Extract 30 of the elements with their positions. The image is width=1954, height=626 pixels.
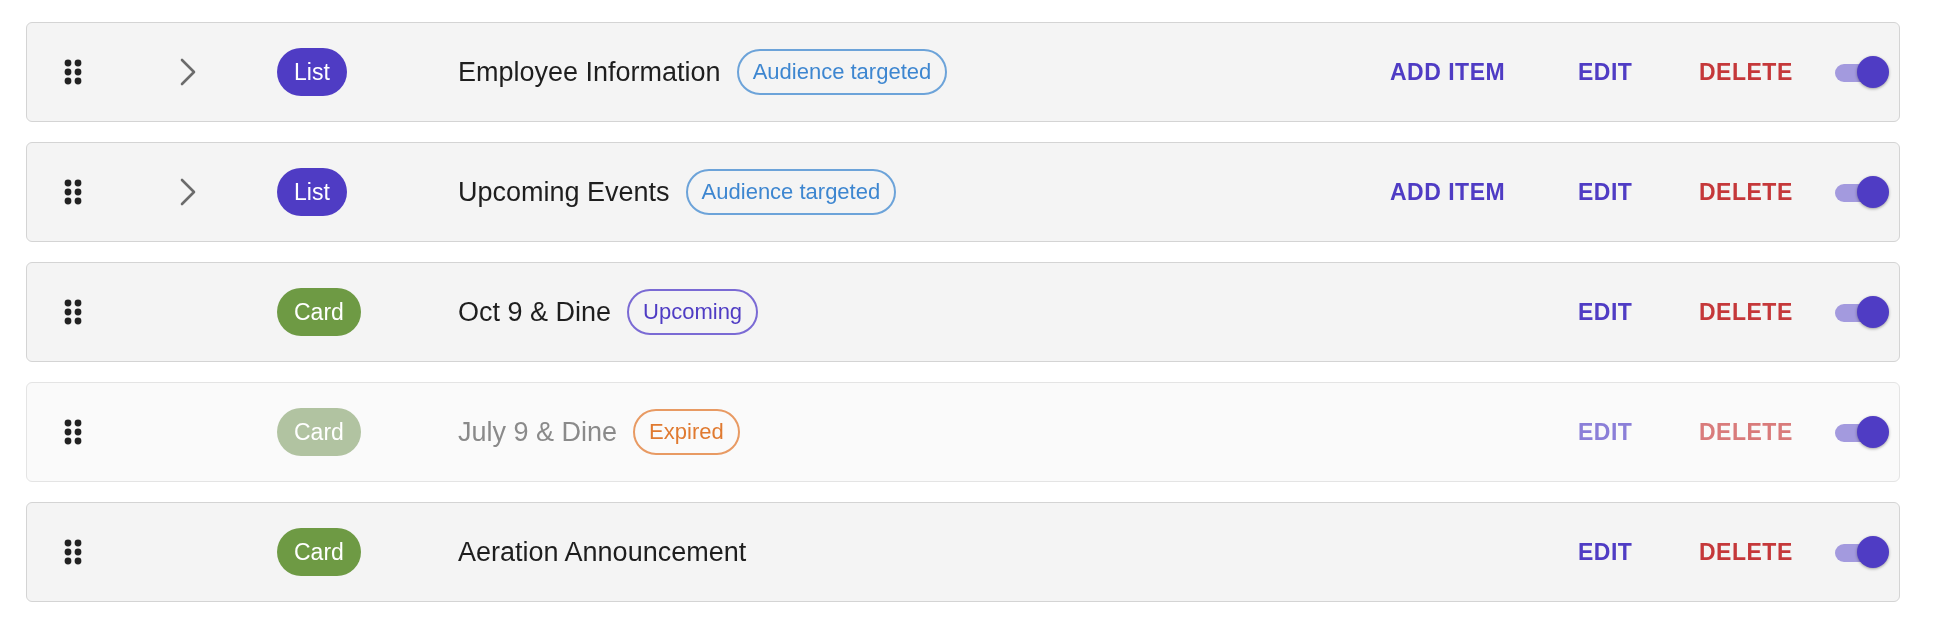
type-tag: Card — [277, 408, 361, 456]
status-tag: Audience targeted — [685, 169, 897, 215]
edit-button[interactable]: EDIT — [1578, 54, 1633, 90]
edit-button[interactable]: EDIT — [1578, 534, 1633, 570]
add-item-button[interactable]: ADD ITEM — [1390, 54, 1506, 90]
delete-button[interactable]: DELETE — [1699, 534, 1793, 570]
chevron-icon[interactable] — [179, 57, 197, 87]
drag-handle-icon[interactable] — [64, 539, 82, 565]
type-tag: Card — [277, 528, 361, 576]
edit-button[interactable]: EDIT — [1578, 174, 1633, 210]
chevron-icon[interactable] — [179, 177, 197, 207]
drag-handle-icon[interactable] — [64, 299, 82, 325]
item-title: Upcoming Events — [458, 176, 670, 208]
edit-button[interactable]: EDIT — [1578, 294, 1633, 330]
drag-handle-icon[interactable] — [64, 59, 82, 85]
delete-button[interactable]: DELETE — [1699, 54, 1793, 90]
item-title: Employee Information — [458, 56, 721, 88]
add-item-button[interactable]: ADD ITEM — [1390, 174, 1506, 210]
item-title: July 9 & Dine — [458, 416, 618, 448]
type-tag: Card — [277, 288, 361, 336]
item-title: Aeration Announcement — [458, 536, 747, 568]
status-tag: Upcoming — [627, 289, 759, 335]
status-tag: Expired — [633, 409, 740, 455]
item-title: Oct 9 & Dine — [458, 296, 612, 328]
status-tag: Audience targeted — [736, 49, 948, 95]
delete-button[interactable]: DELETE — [1699, 294, 1793, 330]
delete-button[interactable]: DELETE — [1699, 174, 1793, 210]
drag-handle-icon[interactable] — [64, 179, 82, 205]
type-tag: List — [277, 168, 347, 216]
type-tag: List — [277, 48, 347, 96]
